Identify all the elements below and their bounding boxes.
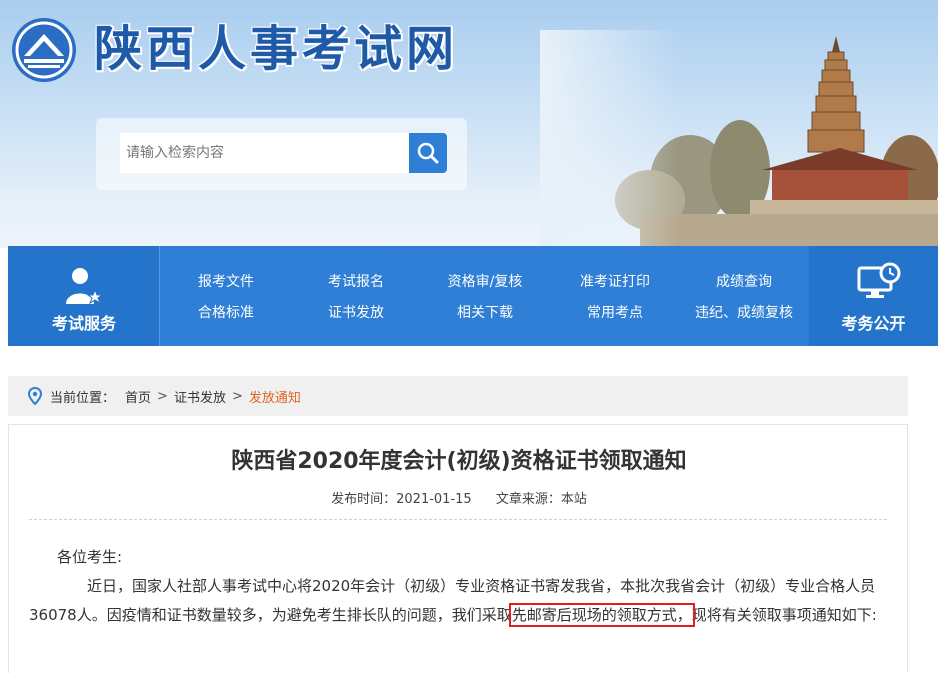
article-paragraph: 近日，国家人社部人事考试中心将2020年会计（初级）专业资格证书寄发我省，本批次… (29, 572, 889, 630)
exam-service-block[interactable]: 考试服务 (8, 246, 160, 346)
breadcrumb: 当前位置： 首页 > 证书发放 > 发放通知 (8, 376, 908, 416)
breadcrumb-separator: > (157, 388, 168, 404)
user-star-icon (66, 268, 104, 305)
nav-link-certificate-issue[interactable]: 证书发放 (291, 302, 421, 322)
logo-icon (12, 18, 76, 82)
nav-links: 报考文件 考试报名 资格审/复核 准考证打印 成绩查询 合格标准 证书发放 相关… (161, 246, 809, 346)
breadcrumb-separator: > (231, 388, 243, 404)
search-input[interactable] (120, 133, 410, 173)
article: 陕西省2020年度会计(初级)资格证书领取通知 发布时间：2021-01-15 … (8, 424, 908, 673)
exam-affairs-block[interactable]: 考务公开 (809, 246, 938, 346)
nav-link-admission-ticket[interactable]: 准考证打印 (550, 271, 680, 291)
exam-affairs-label: 考务公开 (841, 314, 906, 333)
location-pin-icon (28, 387, 42, 405)
nav-link-exam-files[interactable]: 报考文件 (161, 271, 291, 291)
paragraph-text-end: 现将有关领取事项通知如下: (691, 606, 877, 624)
article-meta: 发布时间：2021-01-15 文章来源：本站 (9, 488, 909, 507)
article-title: 陕西省2020年度会计(初级)资格证书领取通知 (231, 449, 687, 474)
salutation: 各位考生: (57, 548, 123, 566)
source-info: 文章来源：本站 (496, 492, 587, 507)
article-body: 各位考生: 近日，国家人社部人事考试中心将2020年会计（初级）专业资格证书寄发… (29, 543, 889, 630)
breadcrumb-prefix: 当前位置： (50, 390, 116, 406)
article-divider (29, 519, 887, 520)
highlighted-text: 先邮寄后现场的领取方式， (508, 603, 695, 627)
header-banner: 陕西人事考试网 (0, 0, 938, 248)
nav-link-exam-registration[interactable]: 考试报名 (291, 271, 421, 291)
source-label: 文章来源： (495, 492, 561, 507)
publish-date: 2021-01-15 (396, 492, 472, 507)
search-icon (417, 142, 439, 164)
exam-service-label: 考试服务 (51, 314, 116, 333)
publish-label: 发布时间： (331, 492, 397, 507)
breadcrumb-current[interactable]: 发放通知 (249, 387, 301, 406)
main-nav: 考试服务 报考文件 考试报名 资格审/复核 准考证打印 成绩查询 合格标准 证书… (8, 246, 938, 346)
site-title: 陕西人事考试网 (94, 21, 459, 77)
nav-link-score-query[interactable]: 成绩查询 (679, 271, 809, 291)
pagoda-scenery-image (540, 30, 938, 248)
nav-link-pass-standard[interactable]: 合格标准 (161, 302, 291, 322)
breadcrumb-certificate-issue[interactable]: 证书发放 (174, 387, 226, 406)
publish-info: 发布时间：2021-01-15 (331, 492, 472, 507)
search-button[interactable] (409, 133, 447, 173)
nav-link-exam-sites[interactable]: 常用考点 (550, 302, 680, 322)
nav-link-downloads[interactable]: 相关下载 (420, 302, 550, 322)
monitor-clock-icon (857, 262, 901, 298)
source-value: 本站 (560, 492, 587, 507)
breadcrumb-home[interactable]: 首页 (125, 387, 151, 406)
nav-link-violation-review[interactable]: 违纪、成绩复核 (679, 302, 809, 322)
nav-link-qualification-review[interactable]: 资格审/复核 (420, 271, 550, 291)
